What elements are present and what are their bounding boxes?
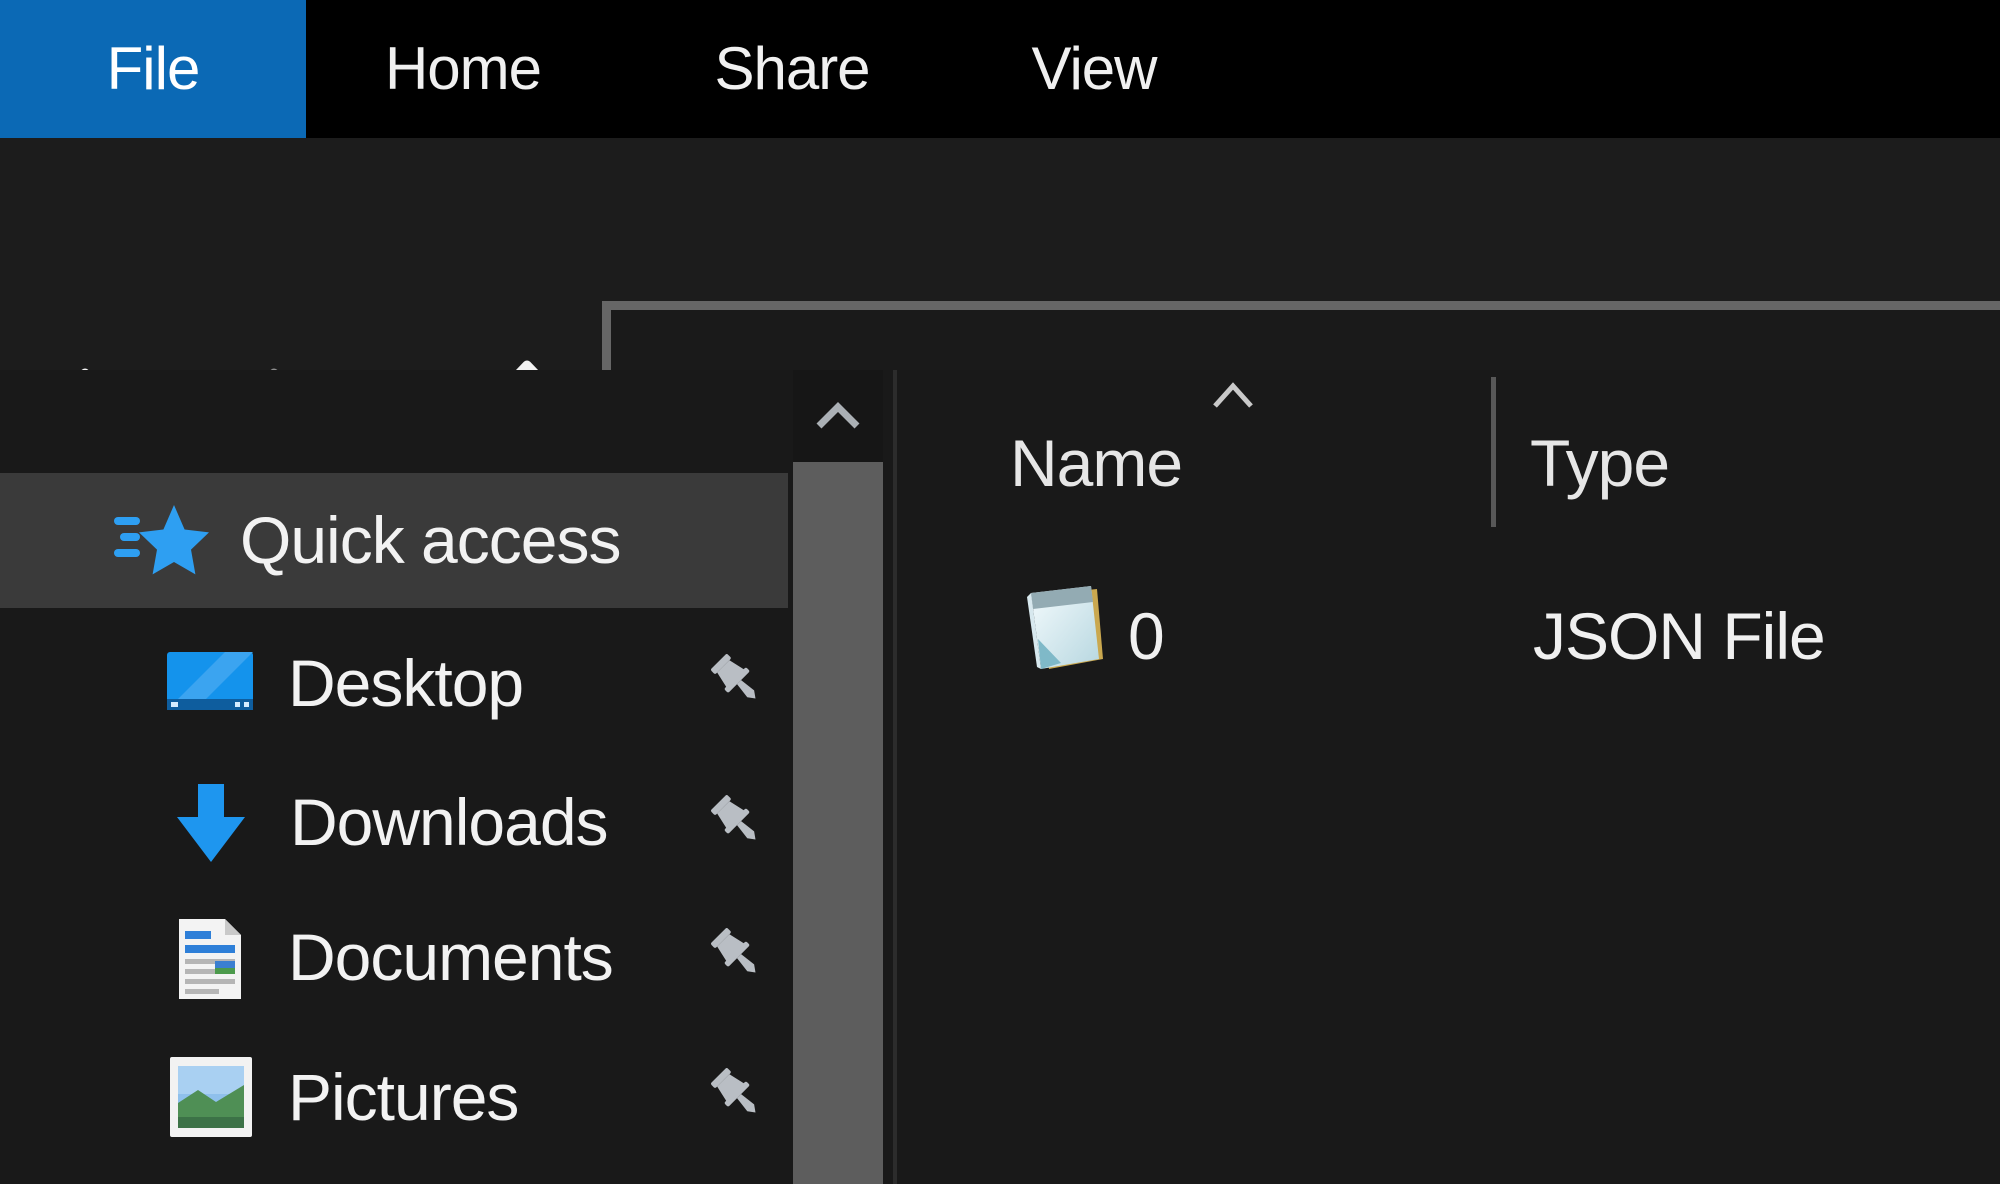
pictures-icon bbox=[170, 1057, 252, 1137]
pin-icon bbox=[706, 923, 768, 989]
tab-share[interactable]: Share bbox=[712, 0, 872, 138]
column-divider[interactable] bbox=[1491, 377, 1496, 527]
tab-view[interactable]: View bbox=[1029, 0, 1159, 138]
sidebar-item-label: Desktop bbox=[288, 616, 523, 751]
navigation-sidebar: Quick access Desktop bbox=[0, 370, 788, 1184]
quick-access-star-icon bbox=[112, 503, 210, 579]
downloads-arrow-icon bbox=[171, 782, 251, 864]
navigation-toolbar: Pinata metadata bbox=[0, 138, 2000, 370]
scroll-up-button[interactable] bbox=[793, 370, 883, 462]
documents-icon bbox=[177, 917, 243, 1001]
file-name: 0 bbox=[1128, 598, 1165, 674]
content-area: Quick access Desktop bbox=[0, 370, 2000, 1184]
sidebar-scrollbar[interactable] bbox=[793, 370, 883, 1184]
sidebar-item-desktop[interactable]: Desktop bbox=[0, 616, 788, 751]
column-header-type[interactable]: Type bbox=[1530, 425, 1669, 501]
column-header-name[interactable]: Name bbox=[1010, 425, 1182, 501]
sort-ascending-icon bbox=[1210, 380, 1256, 410]
sidebar-item-pictures[interactable]: Pictures bbox=[0, 1030, 788, 1165]
file-list-pane: Name Type 0 bbox=[897, 370, 2000, 1184]
scrollbar-thumb[interactable] bbox=[793, 462, 883, 1184]
desktop-icon bbox=[167, 652, 253, 716]
sidebar-item-label: Quick access bbox=[240, 473, 620, 608]
sidebar-item-downloads[interactable]: Downloads bbox=[0, 755, 788, 890]
sidebar-item-label: Downloads bbox=[290, 755, 608, 890]
pin-icon bbox=[706, 649, 768, 715]
sidebar-item-label: Pictures bbox=[288, 1030, 518, 1165]
pin-icon bbox=[706, 1063, 768, 1129]
tab-file[interactable]: File bbox=[0, 0, 306, 138]
tab-home[interactable]: Home bbox=[383, 0, 543, 138]
sidebar-item-documents[interactable]: Documents bbox=[0, 890, 788, 1025]
pin-icon bbox=[706, 790, 768, 856]
sidebar-item-quick-access[interactable]: Quick access bbox=[0, 473, 788, 608]
file-type: JSON File bbox=[1533, 598, 1825, 674]
notepad-icon bbox=[1013, 577, 1109, 673]
chevron-up-icon bbox=[813, 400, 863, 432]
sidebar-item-label: Documents bbox=[288, 890, 613, 1025]
file-explorer-window: File Home Share View bbox=[0, 0, 2000, 1184]
ribbon-tab-bar: File Home Share View bbox=[0, 0, 2000, 138]
